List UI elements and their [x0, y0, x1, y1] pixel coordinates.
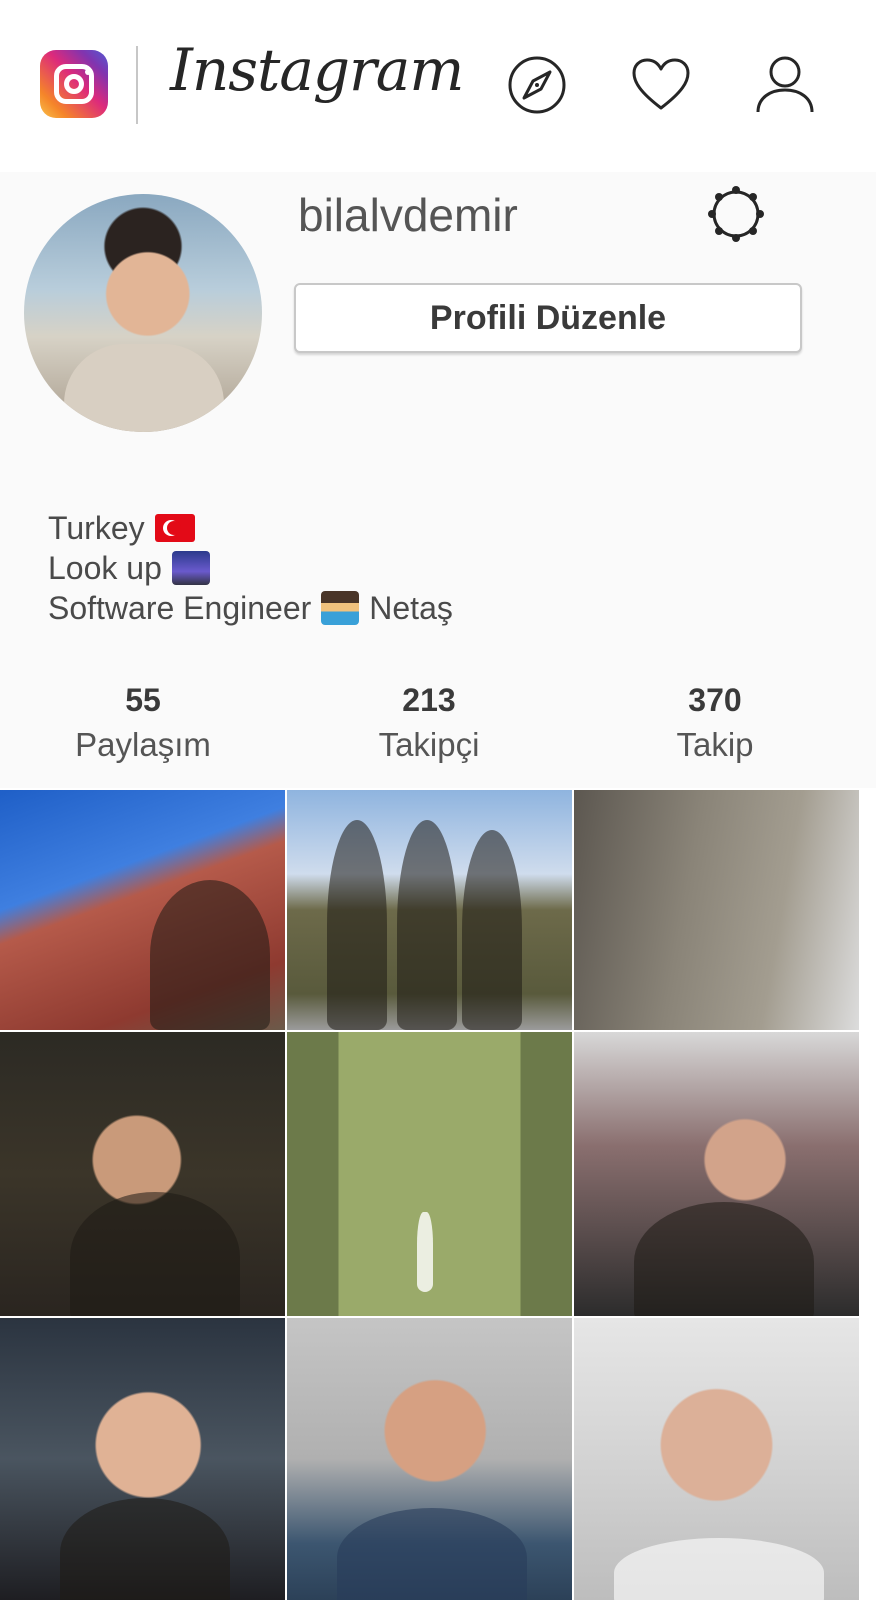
photo-grid [0, 788, 876, 1600]
milky-way-icon [171, 551, 210, 585]
stat-posts[interactable]: 55 Paylaşım [0, 680, 289, 764]
grid-photo[interactable] [574, 790, 859, 1030]
grid-photo[interactable] [574, 1032, 859, 1316]
bio-line-1: Turkey [48, 508, 453, 548]
technologist-icon [321, 591, 360, 625]
grid-photo[interactable] [0, 1318, 285, 1600]
bio-line-3: Software Engineer Netaş [48, 590, 453, 626]
heart-icon[interactable] [630, 54, 692, 116]
top-bar: Instagram [0, 0, 876, 172]
grid-photo[interactable] [574, 1318, 859, 1600]
stat-following[interactable]: 370 Takip [569, 680, 861, 764]
grid-photo[interactable] [0, 790, 285, 1030]
bio-line-2: Look up [48, 548, 453, 588]
profile-bio: Turkey Look up Software Engineer Netaş [48, 508, 453, 628]
turkey-flag-icon [154, 514, 195, 542]
profile-user-icon[interactable] [754, 54, 816, 116]
instagram-logo-icon[interactable] [40, 50, 108, 118]
grid-photo[interactable] [287, 790, 572, 1030]
instagram-wordmark[interactable]: Instagram [170, 36, 464, 104]
edit-profile-button[interactable]: Profili Düzenle [294, 283, 802, 353]
grid-photo[interactable] [287, 1318, 572, 1600]
settings-gear-icon[interactable] [704, 182, 768, 246]
compass-icon[interactable] [506, 54, 568, 116]
stat-followers[interactable]: 213 Takipçi [283, 680, 575, 764]
profile-username: bilalvdemir [298, 189, 518, 241]
profile-avatar[interactable] [24, 194, 262, 432]
grid-photo[interactable] [0, 1032, 285, 1316]
header-divider [136, 46, 138, 124]
grid-photo[interactable] [287, 1032, 572, 1316]
